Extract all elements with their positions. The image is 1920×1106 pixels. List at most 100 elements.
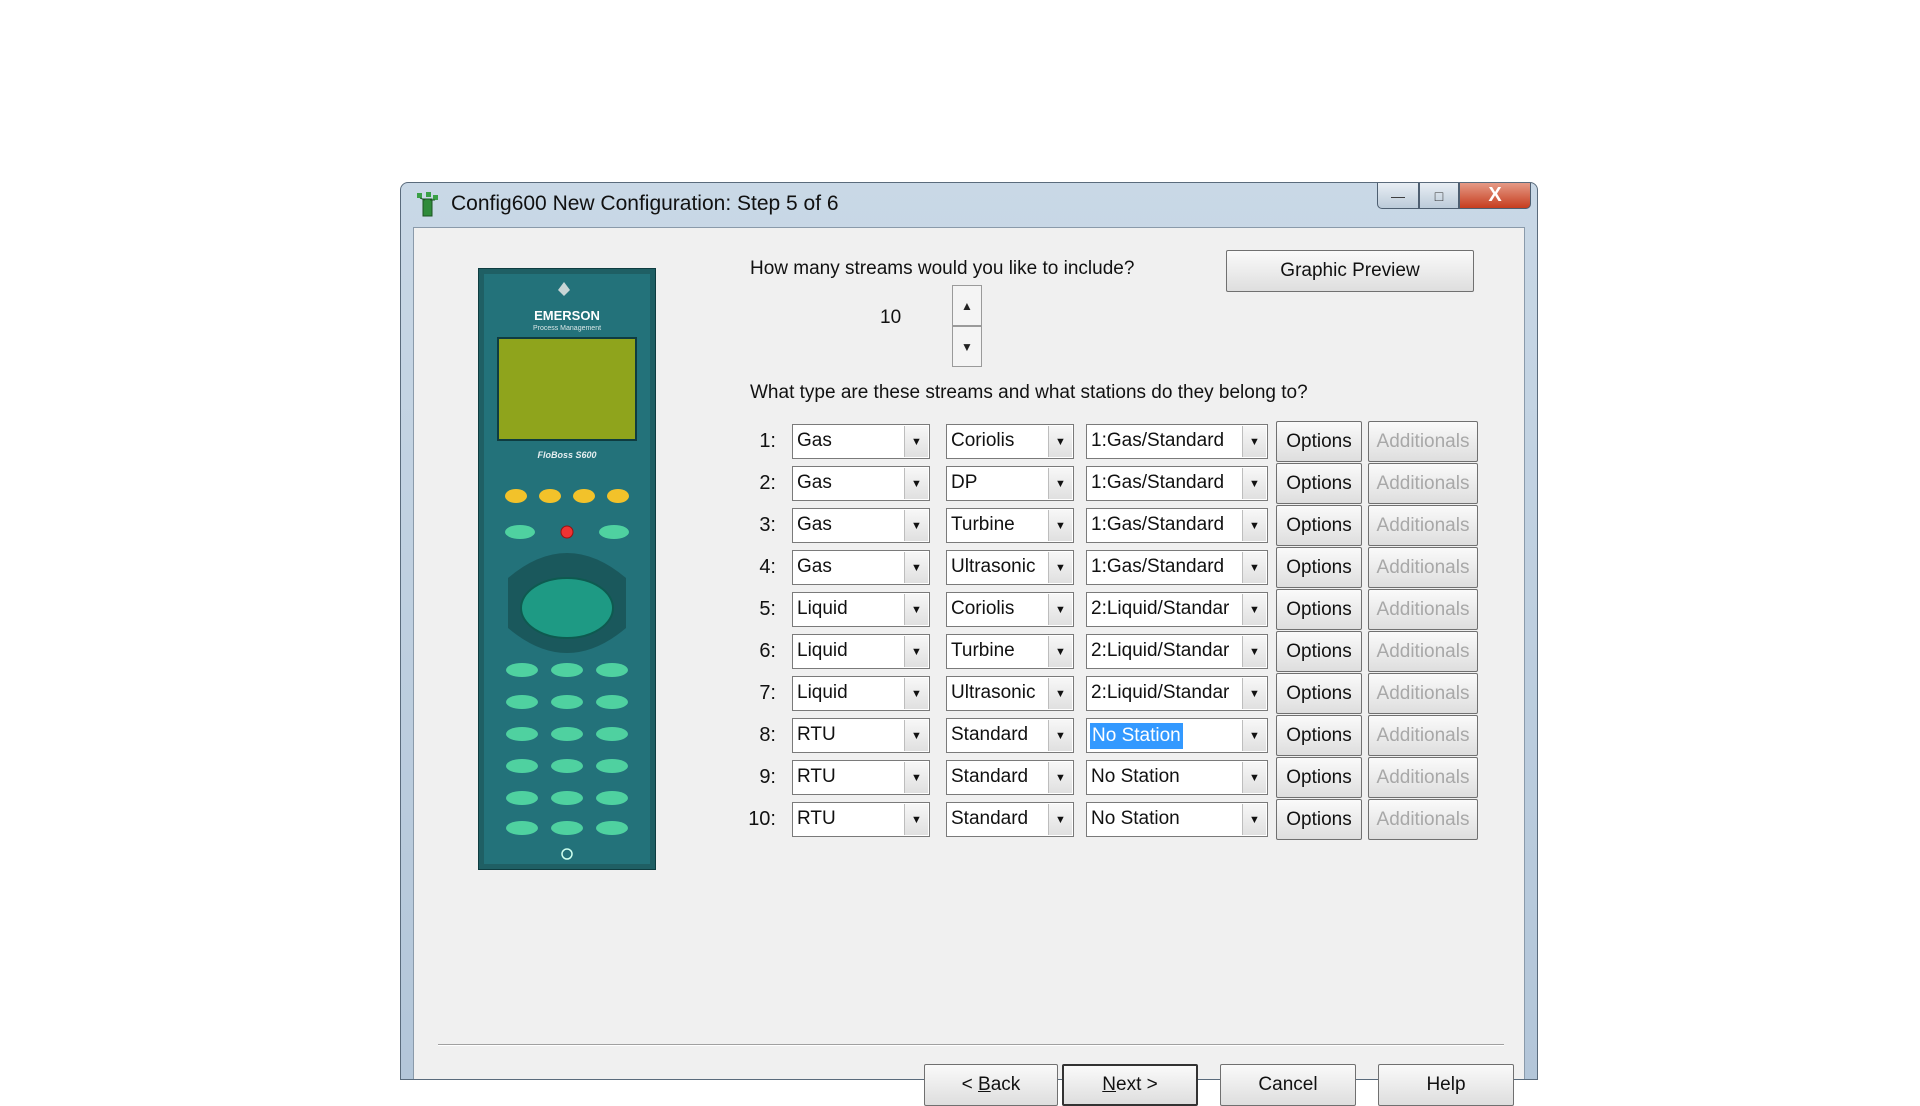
station-select[interactable]: 1:Gas/Standard ▼ — [1086, 466, 1268, 501]
options-button[interactable]: Options — [1276, 547, 1362, 588]
options-button[interactable]: Options — [1276, 421, 1362, 462]
additionals-button[interactable]: Additionals — [1368, 463, 1478, 504]
cancel-button[interactable]: Cancel — [1220, 1064, 1356, 1106]
dropdown-arrow-icon[interactable]: ▼ — [904, 552, 928, 583]
meter-type-select-value: Turbine — [951, 640, 1015, 661]
dropdown-arrow-icon[interactable]: ▼ — [1048, 426, 1072, 457]
stream-count-value[interactable]: 10 — [880, 307, 901, 329]
meter-type-select[interactable]: Standard ▼ — [946, 718, 1074, 753]
dropdown-arrow-icon[interactable]: ▼ — [1048, 678, 1072, 709]
meter-type-select[interactable]: Turbine ▼ — [946, 508, 1074, 543]
dropdown-arrow-icon[interactable]: ▼ — [904, 636, 928, 667]
options-button[interactable]: Options — [1276, 505, 1362, 546]
dropdown-arrow-icon[interactable]: ▼ — [904, 426, 928, 457]
options-button[interactable]: Options — [1276, 799, 1362, 840]
additionals-button[interactable]: Additionals — [1368, 505, 1478, 546]
stream-type-select[interactable]: Gas ▼ — [792, 508, 930, 543]
additionals-button[interactable]: Additionals — [1368, 421, 1478, 462]
dropdown-arrow-icon[interactable]: ▼ — [1048, 552, 1072, 583]
dropdown-arrow-icon[interactable]: ▼ — [904, 762, 928, 793]
stream-type-select[interactable]: RTU ▼ — [792, 760, 930, 795]
config600-app-icon — [417, 192, 438, 217]
maximize-button[interactable]: □ — [1419, 183, 1459, 209]
station-select[interactable]: 2:Liquid/Standar ▼ — [1086, 676, 1268, 711]
additionals-button[interactable]: Additionals — [1368, 715, 1478, 756]
dropdown-arrow-icon[interactable]: ▼ — [1242, 510, 1266, 541]
dropdown-arrow-icon[interactable]: ▼ — [1242, 468, 1266, 499]
dropdown-arrow-icon[interactable]: ▼ — [1048, 720, 1072, 751]
next-button[interactable]: Next > — [1062, 1064, 1198, 1106]
additionals-button[interactable]: Additionals — [1368, 799, 1478, 840]
back-button[interactable]: < Back — [924, 1064, 1058, 1106]
options-button[interactable]: Options — [1276, 631, 1362, 672]
dropdown-arrow-icon[interactable]: ▼ — [1242, 636, 1266, 667]
dropdown-arrow-icon[interactable]: ▼ — [904, 594, 928, 625]
stream-type-select-value: Gas — [797, 514, 832, 535]
stream-count-down-button[interactable]: ▼ — [952, 326, 982, 367]
dropdown-arrow-icon[interactable]: ▼ — [904, 720, 928, 751]
additionals-button[interactable]: Additionals — [1368, 673, 1478, 714]
dropdown-arrow-icon[interactable]: ▼ — [1242, 720, 1266, 751]
dropdown-arrow-icon[interactable]: ▼ — [904, 678, 928, 709]
dropdown-arrow-icon[interactable]: ▼ — [1242, 594, 1266, 625]
station-select[interactable]: No Station ▼ — [1086, 760, 1268, 795]
dropdown-arrow-icon[interactable]: ▼ — [904, 468, 928, 499]
station-select[interactable]: No Station ▼ — [1086, 802, 1268, 837]
dropdown-arrow-icon[interactable]: ▼ — [1048, 594, 1072, 625]
options-button[interactable]: Options — [1276, 757, 1362, 798]
dropdown-arrow-icon[interactable]: ▼ — [1048, 510, 1072, 541]
config-window: Config600 New Configuration: Step 5 of 6… — [400, 182, 1538, 1106]
options-button[interactable]: Options — [1276, 715, 1362, 756]
stream-type-select[interactable]: RTU ▼ — [792, 802, 930, 837]
station-select[interactable]: 1:Gas/Standard ▼ — [1086, 550, 1268, 585]
stream-type-select[interactable]: Gas ▼ — [792, 424, 930, 459]
title-bar[interactable]: Config600 New Configuration: Step 5 of 6… — [401, 183, 1537, 223]
help-button[interactable]: Help — [1378, 1064, 1514, 1106]
minimize-button[interactable]: — — [1377, 183, 1419, 209]
dropdown-arrow-icon[interactable]: ▼ — [1048, 762, 1072, 793]
station-select[interactable]: 1:Gas/Standard ▼ — [1086, 424, 1268, 459]
stream-type-select[interactable]: Liquid ▼ — [792, 592, 930, 627]
stream-type-select[interactable]: Liquid ▼ — [792, 676, 930, 711]
dropdown-arrow-icon[interactable]: ▼ — [1048, 636, 1072, 667]
meter-type-select[interactable]: DP ▼ — [946, 466, 1074, 501]
dropdown-arrow-icon[interactable]: ▼ — [1242, 762, 1266, 793]
dropdown-arrow-icon[interactable]: ▼ — [1242, 426, 1266, 457]
options-button[interactable]: Options — [1276, 463, 1362, 504]
options-button[interactable]: Options — [1276, 589, 1362, 630]
dropdown-arrow-icon[interactable]: ▼ — [1048, 468, 1072, 499]
additionals-button[interactable]: Additionals — [1368, 757, 1478, 798]
meter-type-select-value: Standard — [951, 808, 1029, 829]
meter-type-select[interactable]: Ultrasonic ▼ — [946, 676, 1074, 711]
dropdown-arrow-icon[interactable]: ▼ — [1242, 804, 1266, 835]
dropdown-arrow-icon[interactable]: ▼ — [1242, 678, 1266, 709]
stream-type-select[interactable]: RTU ▼ — [792, 718, 930, 753]
options-button[interactable]: Options — [1276, 673, 1362, 714]
meter-type-select[interactable]: Standard ▼ — [946, 760, 1074, 795]
stream-type-select[interactable]: Gas ▼ — [792, 466, 930, 501]
dropdown-arrow-icon[interactable]: ▼ — [1242, 552, 1266, 583]
additionals-button[interactable]: Additionals — [1368, 589, 1478, 630]
additionals-button[interactable]: Additionals — [1368, 631, 1478, 672]
meter-type-select[interactable]: Turbine ▼ — [946, 634, 1074, 669]
dropdown-arrow-icon[interactable]: ▼ — [904, 804, 928, 835]
dropdown-arrow-icon[interactable]: ▼ — [904, 510, 928, 541]
meter-type-select[interactable]: Coriolis ▼ — [946, 592, 1074, 627]
dropdown-arrow-icon[interactable]: ▼ — [1048, 804, 1072, 835]
stream-row-number: 8: — [759, 724, 776, 746]
station-select[interactable]: 2:Liquid/Standar ▼ — [1086, 592, 1268, 627]
stream-type-select-value: Gas — [797, 430, 832, 451]
graphic-preview-button[interactable]: Graphic Preview — [1226, 250, 1474, 292]
close-button[interactable]: X — [1459, 183, 1531, 209]
meter-type-select[interactable]: Standard ▼ — [946, 802, 1074, 837]
meter-type-select[interactable]: Coriolis ▼ — [946, 424, 1074, 459]
stream-type-select[interactable]: Liquid ▼ — [792, 634, 930, 669]
station-select-value: No Station — [1091, 766, 1180, 787]
additionals-button[interactable]: Additionals — [1368, 547, 1478, 588]
station-select[interactable]: 1:Gas/Standard ▼ — [1086, 508, 1268, 543]
meter-type-select[interactable]: Ultrasonic ▼ — [946, 550, 1074, 585]
stream-count-up-button[interactable]: ▲ — [952, 285, 982, 326]
station-select[interactable]: No Station ▼ — [1086, 718, 1268, 753]
stream-type-select[interactable]: Gas ▼ — [792, 550, 930, 585]
station-select[interactable]: 2:Liquid/Standar ▼ — [1086, 634, 1268, 669]
